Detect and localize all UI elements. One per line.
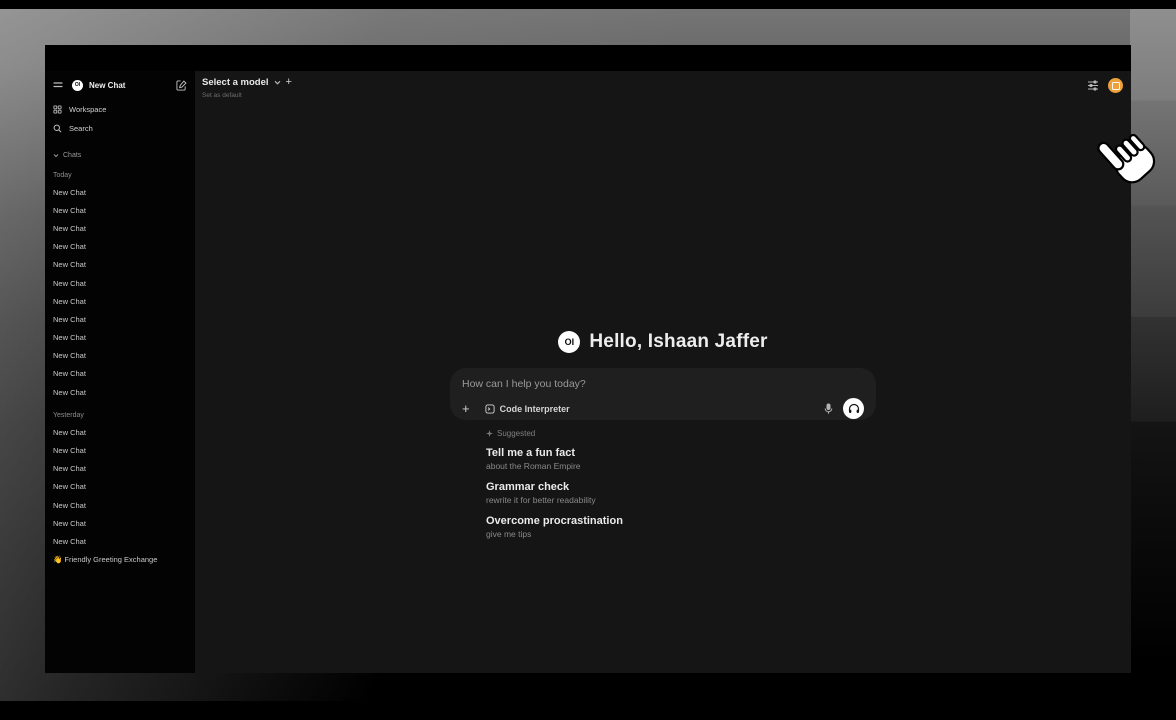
- header-actions: [1087, 78, 1123, 93]
- chat-list-item[interactable]: New Chat: [53, 183, 187, 201]
- compose-icon[interactable]: [176, 80, 187, 91]
- chat-list-item[interactable]: New Chat: [53, 329, 187, 347]
- terminal-icon: [485, 404, 495, 414]
- model-selector[interactable]: Select a model +: [202, 77, 292, 88]
- chat-list-item[interactable]: New Chat: [53, 274, 187, 292]
- message-input[interactable]: How can I help you today? + Code Interpr…: [450, 368, 876, 420]
- code-interpreter-label: Code Interpreter: [500, 404, 570, 414]
- chat-list-item[interactable]: New Chat: [53, 478, 187, 496]
- chat-list-item[interactable]: New Chat: [53, 514, 187, 532]
- prompt-subtitle: rewrite it for better readability: [486, 495, 876, 505]
- chat-list-item[interactable]: New Chat: [53, 201, 187, 219]
- chat-list-item[interactable]: New Chat: [53, 365, 187, 383]
- chat-list-item[interactable]: New Chat: [53, 496, 187, 514]
- set-default-label[interactable]: Set as default: [202, 92, 292, 99]
- chat-list-item[interactable]: New Chat: [53, 423, 187, 441]
- chat-list-item[interactable]: New Chat: [53, 292, 187, 310]
- prompt-title: Overcome procrastination: [486, 515, 876, 527]
- greeting-text: Hello, Ishaan Jaffer: [589, 331, 767, 353]
- chats-label: Chats: [63, 152, 81, 159]
- greeting: OI Hello, Ishaan Jaffer: [450, 331, 876, 353]
- prompt-subtitle: give me tips: [486, 529, 876, 539]
- sparkle-icon: [486, 430, 493, 437]
- app-logo: OI: [72, 80, 83, 91]
- prompt-subtitle: about the Roman Empire: [486, 461, 876, 471]
- chevron-down-icon: [53, 153, 59, 158]
- headphones-icon: [848, 403, 860, 414]
- prompt-title: Grammar check: [486, 481, 876, 493]
- suggested-prompt[interactable]: Grammar check rewrite it for better read…: [486, 481, 876, 505]
- chat-group-label: Today: [53, 170, 187, 180]
- sidebar-toggle-icon[interactable]: [53, 81, 63, 89]
- chat-list-item[interactable]: New Chat: [53, 238, 187, 256]
- code-interpreter-button[interactable]: Code Interpreter: [485, 404, 570, 414]
- chat-list-item[interactable]: New Chat: [53, 219, 187, 237]
- controls-icon[interactable]: [1087, 80, 1099, 91]
- chat-list: Today New Chat New Chat New Chat: [53, 170, 187, 569]
- suggested-label: Suggested: [497, 429, 535, 438]
- video-frame: OI New Chat Workspace: [0, 0, 1176, 720]
- microphone-icon[interactable]: [824, 403, 833, 415]
- search-icon: [53, 124, 62, 133]
- suggested-prompt[interactable]: Tell me a fun fact about the Roman Empir…: [486, 447, 876, 471]
- chat-group: Yesterday New Chat New Chat New Chat: [53, 410, 187, 569]
- chat-group: Today New Chat New Chat New Chat: [53, 170, 187, 401]
- search-label: Search: [69, 124, 93, 133]
- avatar-glyph: [1112, 82, 1120, 90]
- chat-list-item[interactable]: New Chat: [53, 460, 187, 478]
- user-avatar[interactable]: [1108, 78, 1123, 93]
- chat-list-item[interactable]: New Chat: [53, 383, 187, 401]
- suggested-section: Suggested Tell me a fun fact about the R…: [450, 429, 876, 539]
- sidebar-header: OI New Chat: [53, 77, 187, 93]
- suggested-prompt[interactable]: Overcome procrastination give me tips: [486, 515, 876, 539]
- chat-list-item[interactable]: New Chat: [53, 310, 187, 328]
- input-placeholder: How can I help you today?: [462, 378, 864, 390]
- prompt-title: Tell me a fun fact: [486, 447, 876, 459]
- app-logo: OI: [558, 331, 580, 353]
- sidebar: OI New Chat Workspace: [45, 71, 195, 673]
- chat-list-item[interactable]: 👋 Friendly Greeting Exchange: [53, 551, 187, 569]
- suggested-prompts: Tell me a fun fact about the Roman Empir…: [486, 447, 876, 539]
- new-chat-label: New Chat: [89, 81, 125, 90]
- voice-call-button[interactable]: [843, 398, 864, 419]
- sidebar-item-workspace[interactable]: Workspace: [53, 100, 187, 119]
- grid-icon: [53, 105, 62, 114]
- sidebar-item-search[interactable]: Search: [53, 119, 187, 138]
- chat-group-label: Yesterday: [53, 410, 187, 420]
- chat-list-item[interactable]: New Chat: [53, 256, 187, 274]
- chat-list-item[interactable]: New Chat: [53, 441, 187, 459]
- workspace-label: Workspace: [69, 105, 106, 114]
- welcome-panel: OI Hello, Ishaan Jaffer How can I help y…: [450, 331, 876, 549]
- chat-list-item[interactable]: New Chat: [53, 532, 187, 550]
- chats-section-toggle[interactable]: Chats: [53, 149, 187, 161]
- model-selector-label: Select a model: [202, 77, 269, 88]
- backdrop-right-strip: [1130, 9, 1176, 664]
- window-top-bar: [45, 45, 1131, 71]
- chat-list-item[interactable]: New Chat: [53, 347, 187, 365]
- new-chat-button[interactable]: OI New Chat: [72, 80, 125, 91]
- main-header: Select a model + Set as default: [202, 77, 292, 99]
- attach-button[interactable]: +: [462, 403, 470, 414]
- suggested-header: Suggested: [486, 429, 876, 438]
- app-window: OI New Chat Workspace: [45, 45, 1131, 673]
- main-area: Select a model + Set as default: [195, 71, 1131, 673]
- chevron-down-icon: [274, 80, 281, 85]
- add-model-button[interactable]: +: [286, 78, 292, 87]
